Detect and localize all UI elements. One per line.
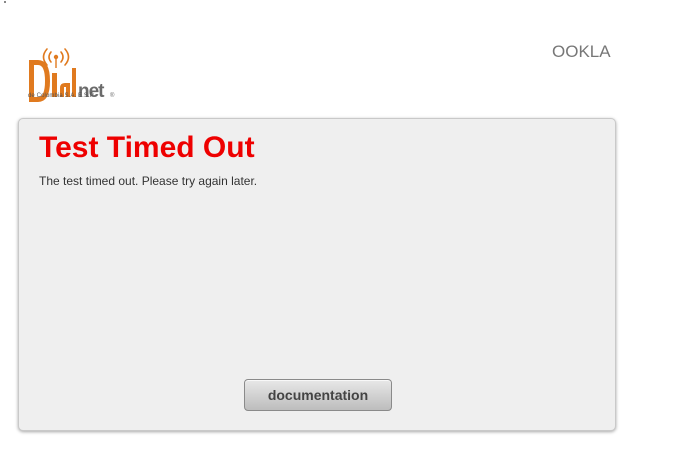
corner-marker [4, 1, 6, 3]
result-panel: Test Timed Out The test timed out. Pleas… [18, 118, 616, 431]
documentation-button[interactable]: documentation [244, 379, 392, 411]
speedtest-page: net ® de Colombia S.A. E.S.P OOKLA Test … [0, 0, 679, 464]
ookla-logo: OOKLA [552, 41, 614, 63]
page-title: Test Timed Out [39, 131, 255, 164]
ookla-wordmark: OOKLA [552, 42, 611, 61]
error-message: The test timed out. Please try again lat… [39, 174, 258, 188]
svg-text:®: ® [110, 92, 115, 99]
logo-subtitle: de Colombia S.A. E.S.P [28, 93, 94, 99]
